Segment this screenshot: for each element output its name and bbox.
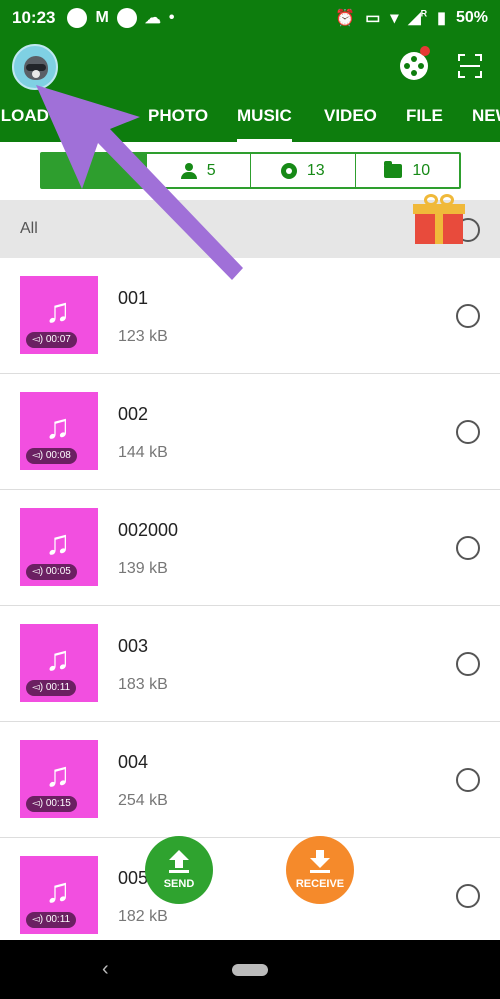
home-pill[interactable] bbox=[232, 964, 268, 976]
music-note-icon: ♫ bbox=[45, 756, 71, 794]
music-list: ♫ ◅) 00:07 001 123 kB ♫ ◅) 00:08 002 144… bbox=[0, 258, 500, 940]
music-note-icon: ♫ bbox=[45, 292, 71, 330]
battery-icon: ▮ bbox=[437, 10, 446, 27]
list-item[interactable]: ♫ ◅) 00:11 005 182 kB bbox=[0, 838, 500, 940]
folder-count: 10 bbox=[412, 161, 431, 179]
upload-arrow-icon bbox=[169, 850, 189, 873]
music-note-icon: ♫ bbox=[45, 640, 71, 678]
item-size: 144 kB bbox=[118, 444, 168, 461]
person-icon bbox=[180, 162, 197, 179]
duration-badge: ◅) 00:05 bbox=[26, 564, 77, 580]
music-thumbnail: ♫ ◅) 00:08 bbox=[20, 392, 98, 470]
item-size: 254 kB bbox=[118, 792, 168, 809]
duration-badge: ◅) 00:07 bbox=[26, 332, 77, 348]
artist-count: 5 bbox=[206, 161, 216, 179]
list-item[interactable]: ♫ ◅) 00:05 002000 139 kB bbox=[0, 490, 500, 606]
item-size: 123 kB bbox=[118, 328, 168, 345]
item-select-radio[interactable] bbox=[456, 536, 480, 560]
music-note-icon: ♫ bbox=[45, 872, 71, 910]
cloud-icon: ☁ bbox=[144, 10, 161, 27]
carrier-icon: M bbox=[95, 9, 109, 26]
list-item[interactable]: ♫ ◅) 00:11 003 183 kB bbox=[0, 606, 500, 722]
item-name: 002 bbox=[118, 404, 149, 424]
duration-badge: ◅) 00:11 bbox=[26, 680, 77, 696]
select-all-label: All bbox=[20, 220, 38, 237]
item-size: 183 kB bbox=[118, 676, 168, 693]
item-select-radio[interactable] bbox=[456, 304, 480, 328]
tab-file[interactable]: FILE bbox=[406, 106, 443, 142]
receive-button[interactable]: RECEIVE bbox=[286, 836, 354, 904]
duration-badge: ◅) 00:08 bbox=[26, 448, 77, 464]
notification-dot-icon bbox=[67, 8, 88, 28]
tab-bar: ILOAD P PHOTO MUSIC VIDEO FILE NEW bbox=[0, 98, 500, 142]
item-select-radio[interactable] bbox=[456, 768, 480, 792]
music-note-icon: ♫ bbox=[45, 524, 71, 562]
item-select-radio[interactable] bbox=[456, 884, 480, 908]
status-bar: 10:23 M ☁ • ⏰ ▭ ▾ ◢R ▮ 50% bbox=[0, 0, 500, 36]
tab-new[interactable]: NEW bbox=[472, 106, 500, 142]
item-name: 004 bbox=[118, 752, 149, 772]
item-size: 139 kB bbox=[118, 560, 168, 577]
raccoon-snout-icon bbox=[32, 70, 40, 78]
item-name: 002000 bbox=[118, 520, 179, 540]
item-size: 182 kB bbox=[118, 908, 168, 925]
filter-segmented-control: 5 13 10 bbox=[40, 152, 461, 189]
item-name: 001 bbox=[118, 288, 149, 308]
app-bar bbox=[0, 36, 500, 98]
item-name: 003 bbox=[118, 636, 149, 656]
music-thumbnail: ♫ ◅) 00:05 bbox=[20, 508, 98, 586]
music-thumbnail: ♫ ◅) 00:15 bbox=[20, 740, 98, 818]
duration-badge: ◅) 00:11 bbox=[26, 912, 77, 928]
send-button[interactable]: SEND bbox=[145, 836, 213, 904]
send-label: SEND bbox=[163, 878, 195, 890]
tab-download[interactable]: ILOAD bbox=[0, 106, 49, 142]
tab-app[interactable]: P bbox=[100, 106, 111, 142]
receive-label: RECEIVE bbox=[295, 878, 345, 890]
tab-video[interactable]: VIDEO bbox=[324, 106, 377, 142]
item-select-radio[interactable] bbox=[456, 420, 480, 444]
filter-all[interactable] bbox=[42, 154, 146, 187]
list-item[interactable]: ♫ ◅) 00:08 002 144 kB bbox=[0, 374, 500, 490]
battery-percent: 50% bbox=[455, 9, 488, 26]
music-thumbnail: ♫ ◅) 00:11 bbox=[20, 856, 98, 934]
folder-icon bbox=[384, 160, 403, 178]
back-icon[interactable]: ‹ bbox=[102, 958, 109, 981]
system-nav-bar: ‹ bbox=[0, 940, 500, 999]
alarm-icon: ⏰ bbox=[335, 10, 356, 27]
cast-icon: ▭ bbox=[365, 10, 381, 27]
film-reel-icon[interactable] bbox=[400, 52, 428, 80]
status-time: 10:23 bbox=[12, 8, 56, 27]
album-count: 13 bbox=[306, 161, 325, 179]
list-item[interactable]: ♫ ◅) 00:07 001 123 kB bbox=[0, 258, 500, 374]
tab-photo[interactable]: PHOTO bbox=[148, 106, 208, 142]
gift-icon[interactable] bbox=[413, 194, 465, 246]
list-item[interactable]: ♫ ◅) 00:15 004 254 kB bbox=[0, 722, 500, 838]
avatar[interactable] bbox=[12, 44, 58, 90]
wifi-icon: ▾ bbox=[390, 10, 399, 27]
duration-badge: ◅) 00:15 bbox=[26, 796, 77, 812]
filter-artist[interactable]: 5 bbox=[145, 154, 251, 187]
disc-icon bbox=[280, 162, 297, 179]
notification-dot-icon bbox=[116, 8, 137, 28]
roaming-indicator: R bbox=[420, 8, 428, 19]
music-thumbnail: ♫ ◅) 00:11 bbox=[20, 624, 98, 702]
dot-icon: • bbox=[168, 9, 175, 26]
item-select-radio[interactable] bbox=[456, 652, 480, 676]
music-thumbnail: ♫ ◅) 00:07 bbox=[20, 276, 98, 354]
item-name: 005 bbox=[118, 868, 149, 888]
signal-icon: ◢R bbox=[408, 8, 428, 27]
tab-music[interactable]: MUSIC bbox=[237, 106, 292, 142]
music-note-icon: ♫ bbox=[45, 408, 71, 446]
scan-icon[interactable] bbox=[458, 54, 482, 78]
filter-folder[interactable]: 10 bbox=[354, 154, 460, 187]
notification-badge bbox=[420, 46, 430, 56]
download-arrow-icon bbox=[310, 850, 330, 873]
filter-album[interactable]: 13 bbox=[250, 154, 355, 187]
